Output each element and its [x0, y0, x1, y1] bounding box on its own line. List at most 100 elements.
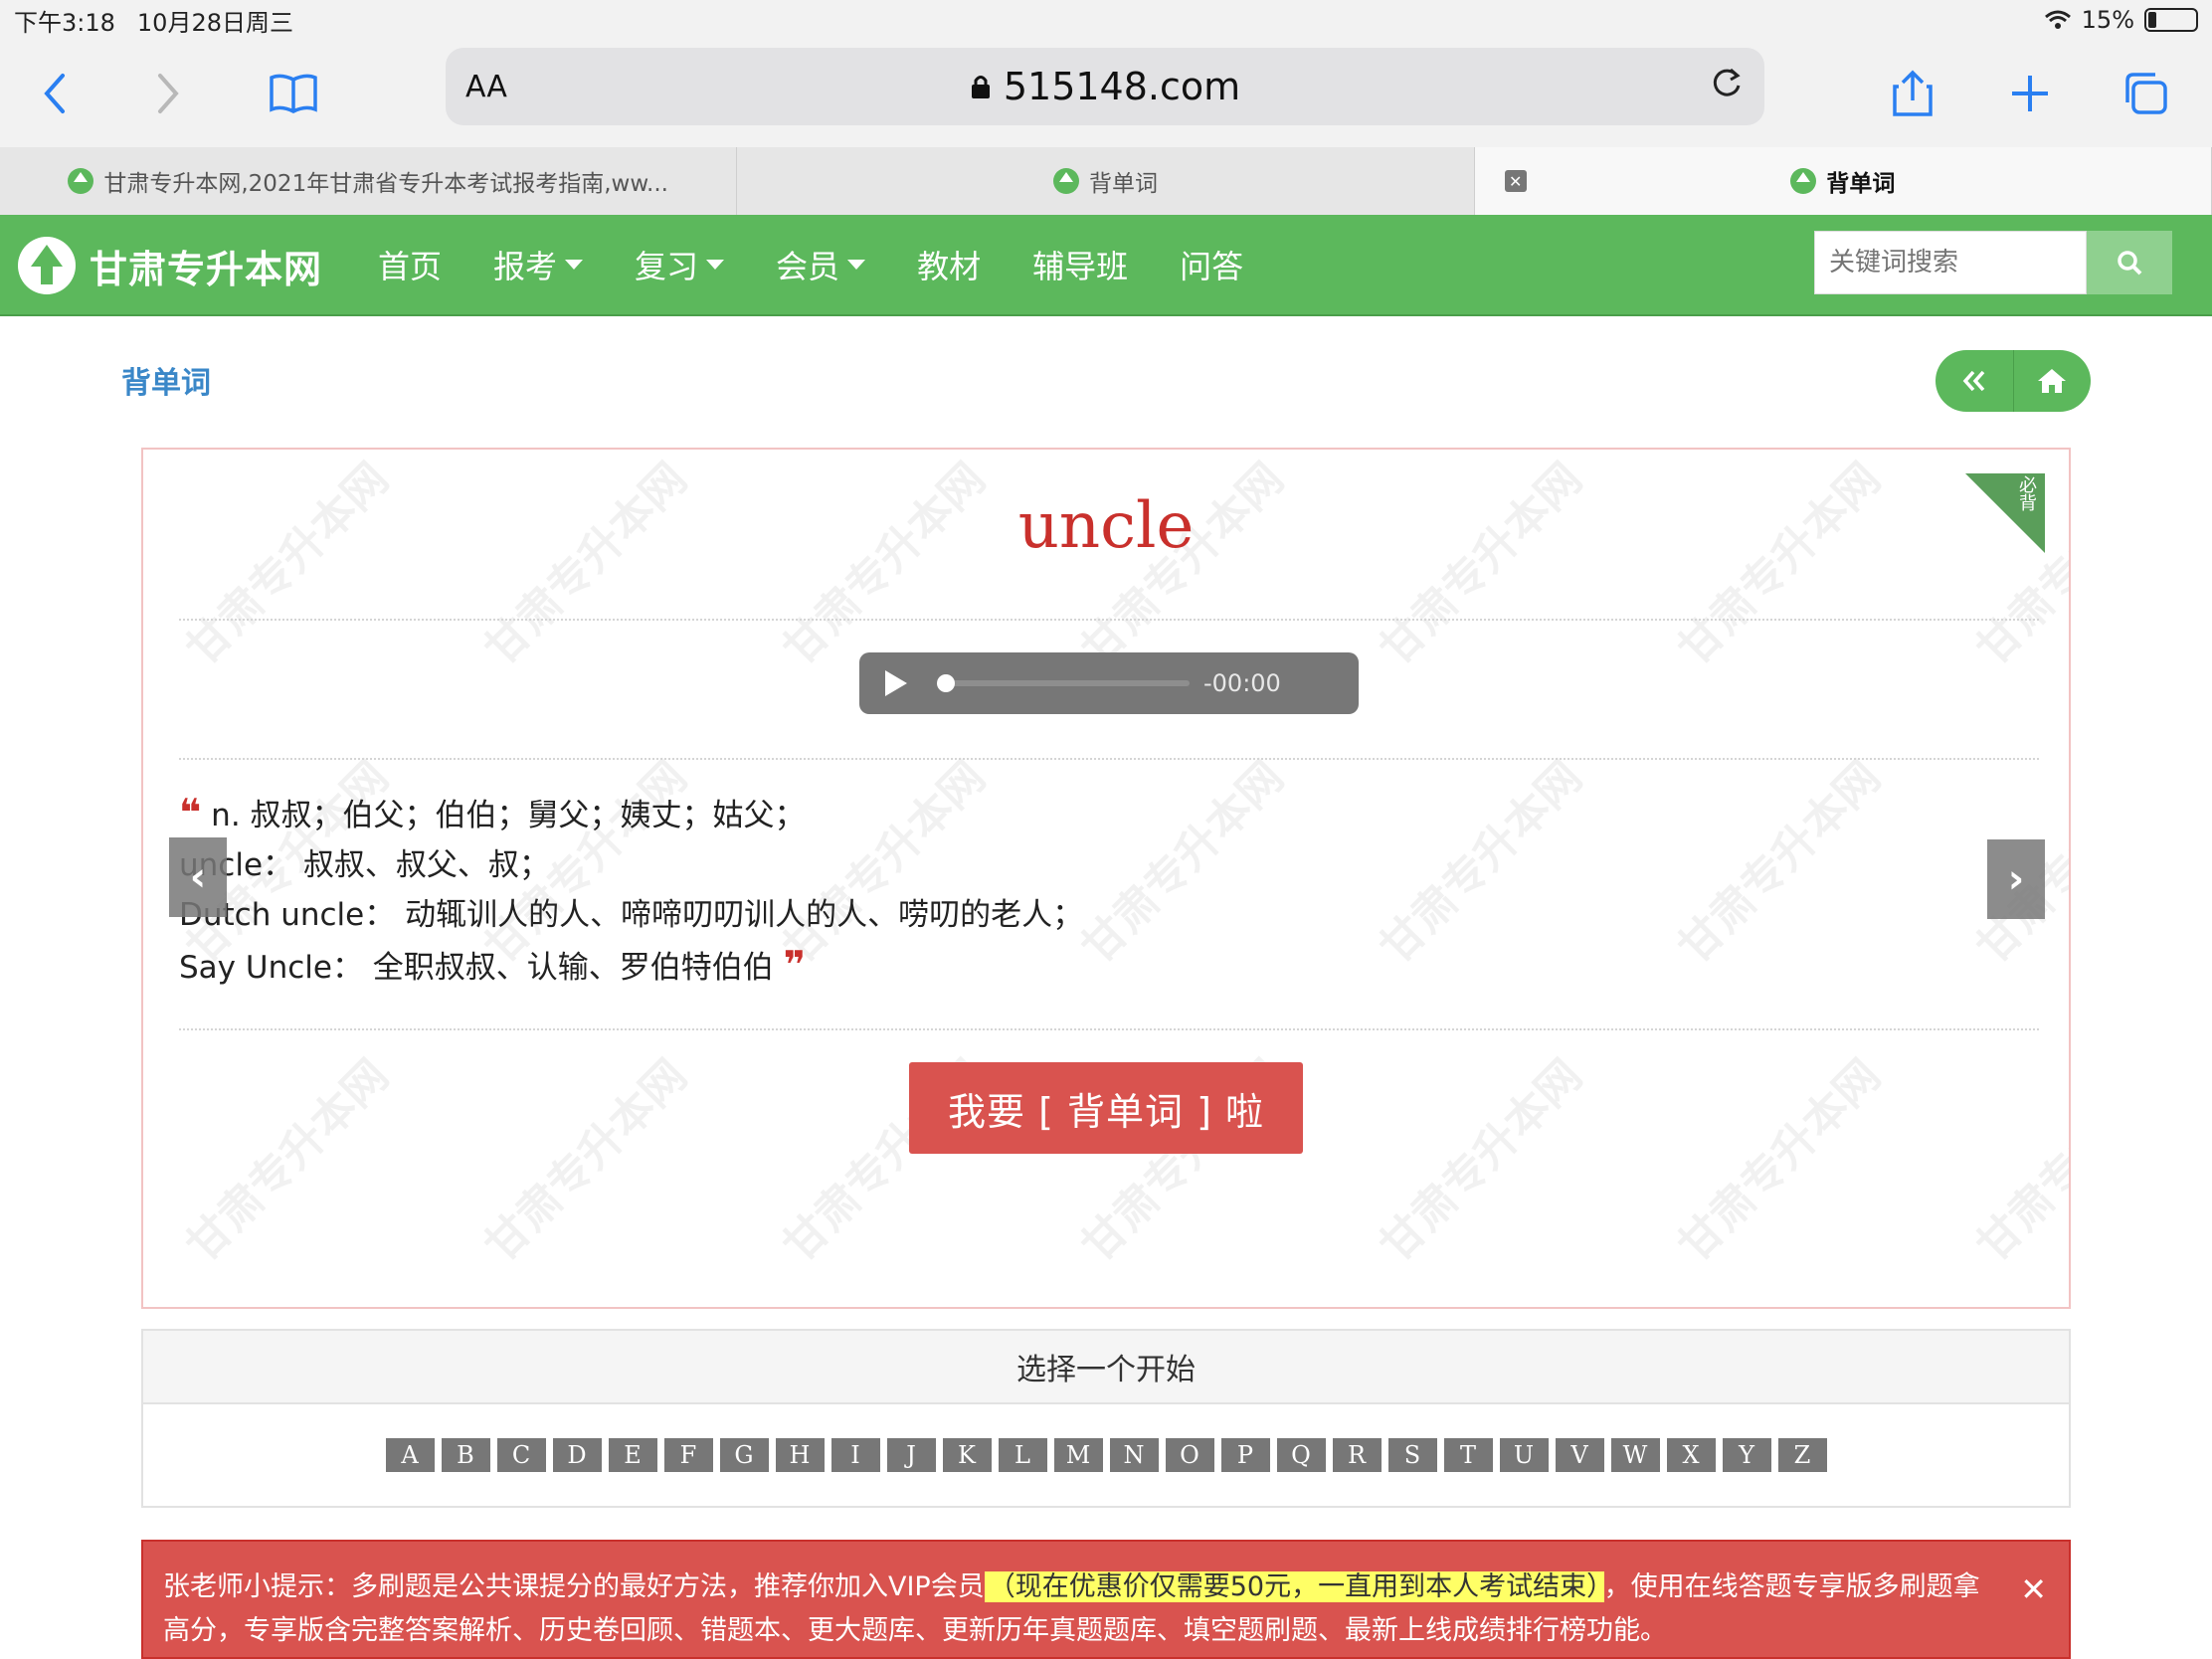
- tab-title: 背单词: [1088, 171, 1158, 197]
- letter-button-s[interactable]: S: [1387, 1438, 1437, 1472]
- search-icon: [2118, 251, 2142, 276]
- letter-button-u[interactable]: U: [1499, 1438, 1549, 1472]
- chevron-down-icon: [565, 260, 584, 270]
- close-quote-icon: ❞: [783, 943, 806, 987]
- definition-line: Say Uncle： 全职叔叔、认输、罗伯特伯伯 ❞: [179, 943, 806, 987]
- letter-button-h[interactable]: H: [775, 1438, 825, 1472]
- watermark-text: 甘肃专升本网: [1966, 1049, 2071, 1272]
- letter-button-j[interactable]: J: [886, 1438, 936, 1472]
- search-input[interactable]: [1814, 231, 2087, 294]
- tab-overview-icon[interactable]: [2111, 40, 2180, 147]
- chevron-right-icon: ›: [2007, 856, 2025, 902]
- chevron-down-icon: [706, 260, 725, 270]
- letter-button-e[interactable]: E: [608, 1438, 657, 1472]
- letter-button-n[interactable]: N: [1109, 1438, 1159, 1472]
- close-tab-icon[interactable]: ✕: [1504, 170, 1527, 192]
- letter-button-q[interactable]: Q: [1276, 1438, 1326, 1472]
- reload-icon[interactable]: [1709, 64, 1745, 109]
- letter-button-l[interactable]: L: [998, 1438, 1047, 1472]
- tab-title: 甘肃专升本网,2021年甘肃省专升本考试报考指南,ww...: [103, 171, 668, 197]
- battery-icon: [2144, 8, 2198, 32]
- letter-button-v[interactable]: V: [1555, 1438, 1604, 1472]
- menu-member[interactable]: 会员: [776, 242, 866, 287]
- open-quote-icon: ❝: [179, 791, 202, 834]
- alphabet-panel: 选择一个开始 ABCDEFGHIJKLMNOPQRSTUVWXYZ: [141, 1329, 2071, 1508]
- close-icon[interactable]: ✕: [2020, 1567, 2047, 1611]
- play-icon[interactable]: [885, 670, 907, 696]
- tip-prefix: 张老师小提示：多刷题是公共课提分的最好方法，推荐你加入VIP会员: [163, 1571, 985, 1602]
- text-size-button[interactable]: AA: [465, 70, 507, 104]
- letter-button-g[interactable]: G: [719, 1438, 769, 1472]
- menu-review[interactable]: 复习: [635, 242, 725, 287]
- word-card: 甘肃专升本网 甘肃专升本网 甘肃专升本网 甘肃专升本网 甘肃专升本网 甘肃专升本网 甘肃专升…: [141, 448, 2071, 1309]
- menu-textbook[interactable]: 教材: [917, 242, 981, 287]
- letter-button-a[interactable]: A: [385, 1438, 435, 1472]
- double-chevron-left-icon[interactable]: [1936, 350, 2014, 412]
- letter-button-x[interactable]: X: [1666, 1438, 1716, 1472]
- back-icon[interactable]: [20, 40, 90, 147]
- menu-qa[interactable]: 问答: [1180, 242, 1243, 287]
- watermark-text: 甘肃专升本网: [1370, 1049, 1592, 1272]
- letter-button-w[interactable]: W: [1610, 1438, 1660, 1472]
- logo-text: 甘肃专升本网: [90, 247, 323, 291]
- menu-register[interactable]: 报考: [493, 242, 584, 287]
- site-favicon-icon: [1052, 168, 1079, 194]
- letter-button-r[interactable]: R: [1332, 1438, 1382, 1472]
- letter-button-t[interactable]: T: [1443, 1438, 1493, 1472]
- share-icon[interactable]: [1878, 40, 1947, 147]
- site-favicon-icon: [1790, 168, 1817, 194]
- new-tab-icon[interactable]: [1995, 40, 2065, 147]
- tab-title: 背单词: [1826, 171, 1896, 197]
- letter-button-o[interactable]: O: [1165, 1438, 1214, 1472]
- letter-button-m[interactable]: M: [1053, 1438, 1103, 1472]
- definition-line: Dutch uncle： 动辄训人的人、啼啼叨叨训人的人、唠叨的老人；: [179, 897, 1084, 933]
- search-button[interactable]: [2087, 231, 2172, 294]
- status-bar: 下午3:18 10月28日周三 15%: [0, 0, 2212, 40]
- lock-icon: [971, 76, 990, 98]
- audio-scrubber[interactable]: [937, 674, 955, 692]
- prev-word-button[interactable]: ‹: [169, 837, 227, 917]
- start-memorize-button[interactable]: 我要 [ 背单词 ] 啦: [909, 1062, 1303, 1154]
- letter-button-i[interactable]: I: [830, 1438, 880, 1472]
- letter-button-k[interactable]: K: [942, 1438, 992, 1472]
- letter-button-p[interactable]: P: [1220, 1438, 1270, 1472]
- logo-arrow-icon: [18, 237, 76, 294]
- watermark-text: 甘肃专升本网: [176, 1049, 399, 1272]
- status-time: 下午3:18: [14, 8, 115, 37]
- letter-button-d[interactable]: D: [552, 1438, 602, 1472]
- definition-line: uncle： 叔叔、叔父、叔；: [179, 847, 550, 883]
- next-word-button[interactable]: ›: [1987, 839, 2045, 919]
- breadcrumb[interactable]: 背单词: [121, 358, 211, 402]
- watermark-text: 甘肃专升本网: [1370, 751, 1592, 974]
- divider: [179, 619, 2039, 621]
- watermark-text: 甘肃专升本网: [1668, 751, 1891, 974]
- main-menu: 首页 报考 复习 会员 教材 辅导班 问答: [378, 215, 1295, 314]
- audio-time: -00:00: [1203, 669, 1281, 697]
- nav-pill: [1936, 350, 2091, 412]
- home-icon[interactable]: [2014, 350, 2092, 412]
- tab-vocab-active[interactable]: ✕ 背单词: [1474, 147, 2212, 215]
- menu-tutoring[interactable]: 辅导班: [1032, 242, 1128, 287]
- letter-button-f[interactable]: F: [663, 1438, 713, 1472]
- letter-button-c[interactable]: C: [496, 1438, 546, 1472]
- url-display: 515148.com: [970, 65, 1240, 108]
- audio-progress[interactable]: [937, 674, 1190, 692]
- letter-button-b[interactable]: B: [441, 1438, 490, 1472]
- watermark-text: 甘肃专升本网: [474, 1049, 697, 1272]
- tab-vocab-1[interactable]: 背单词: [737, 147, 1475, 215]
- battery-percent: 15%: [2081, 6, 2134, 34]
- forward-icon[interactable]: [133, 40, 203, 147]
- bookmarks-icon[interactable]: [259, 40, 328, 147]
- vip-tip-banner: 张老师小提示：多刷题是公共课提分的最好方法，推荐你加入VIP会员 （现在优惠价仅需…: [141, 1540, 2071, 1659]
- chevron-left-icon: ‹: [189, 854, 207, 900]
- letter-button-y[interactable]: Y: [1722, 1438, 1771, 1472]
- url-text: 515148.com: [1003, 65, 1241, 108]
- alphabet-title: 选择一个开始: [143, 1331, 2069, 1404]
- tab-gansu-home[interactable]: 甘肃专升本网,2021年甘肃省专升本考试报考指南,ww...: [0, 147, 738, 215]
- letter-button-z[interactable]: Z: [1777, 1438, 1827, 1472]
- audio-player[interactable]: -00:00: [859, 652, 1359, 714]
- address-bar[interactable]: AA 515148.com: [446, 48, 1764, 125]
- site-logo[interactable]: 甘肃专升本网: [18, 237, 322, 294]
- watermark-text: 甘肃专升本网: [1668, 1049, 1891, 1272]
- menu-home[interactable]: 首页: [378, 242, 442, 287]
